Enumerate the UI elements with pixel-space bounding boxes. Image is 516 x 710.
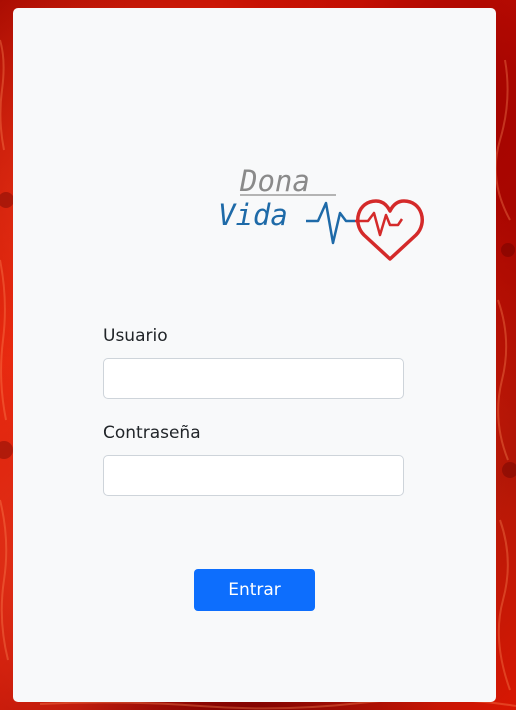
username-label: Usuario	[103, 326, 168, 346]
heart-icon	[356, 199, 424, 261]
username-input[interactable]	[103, 358, 404, 399]
submit-button[interactable]: Entrar	[194, 569, 315, 611]
password-label: Contraseña	[103, 423, 201, 443]
logo-line2: Vida	[218, 198, 288, 232]
login-card: Dona Vida Usuario Contraseña Entrar	[13, 8, 496, 702]
heartbeat-line-icon	[306, 201, 355, 245]
logo-line1: Dona	[239, 164, 310, 198]
password-input[interactable]	[103, 455, 404, 496]
logo: Dona Vida	[218, 164, 424, 261]
